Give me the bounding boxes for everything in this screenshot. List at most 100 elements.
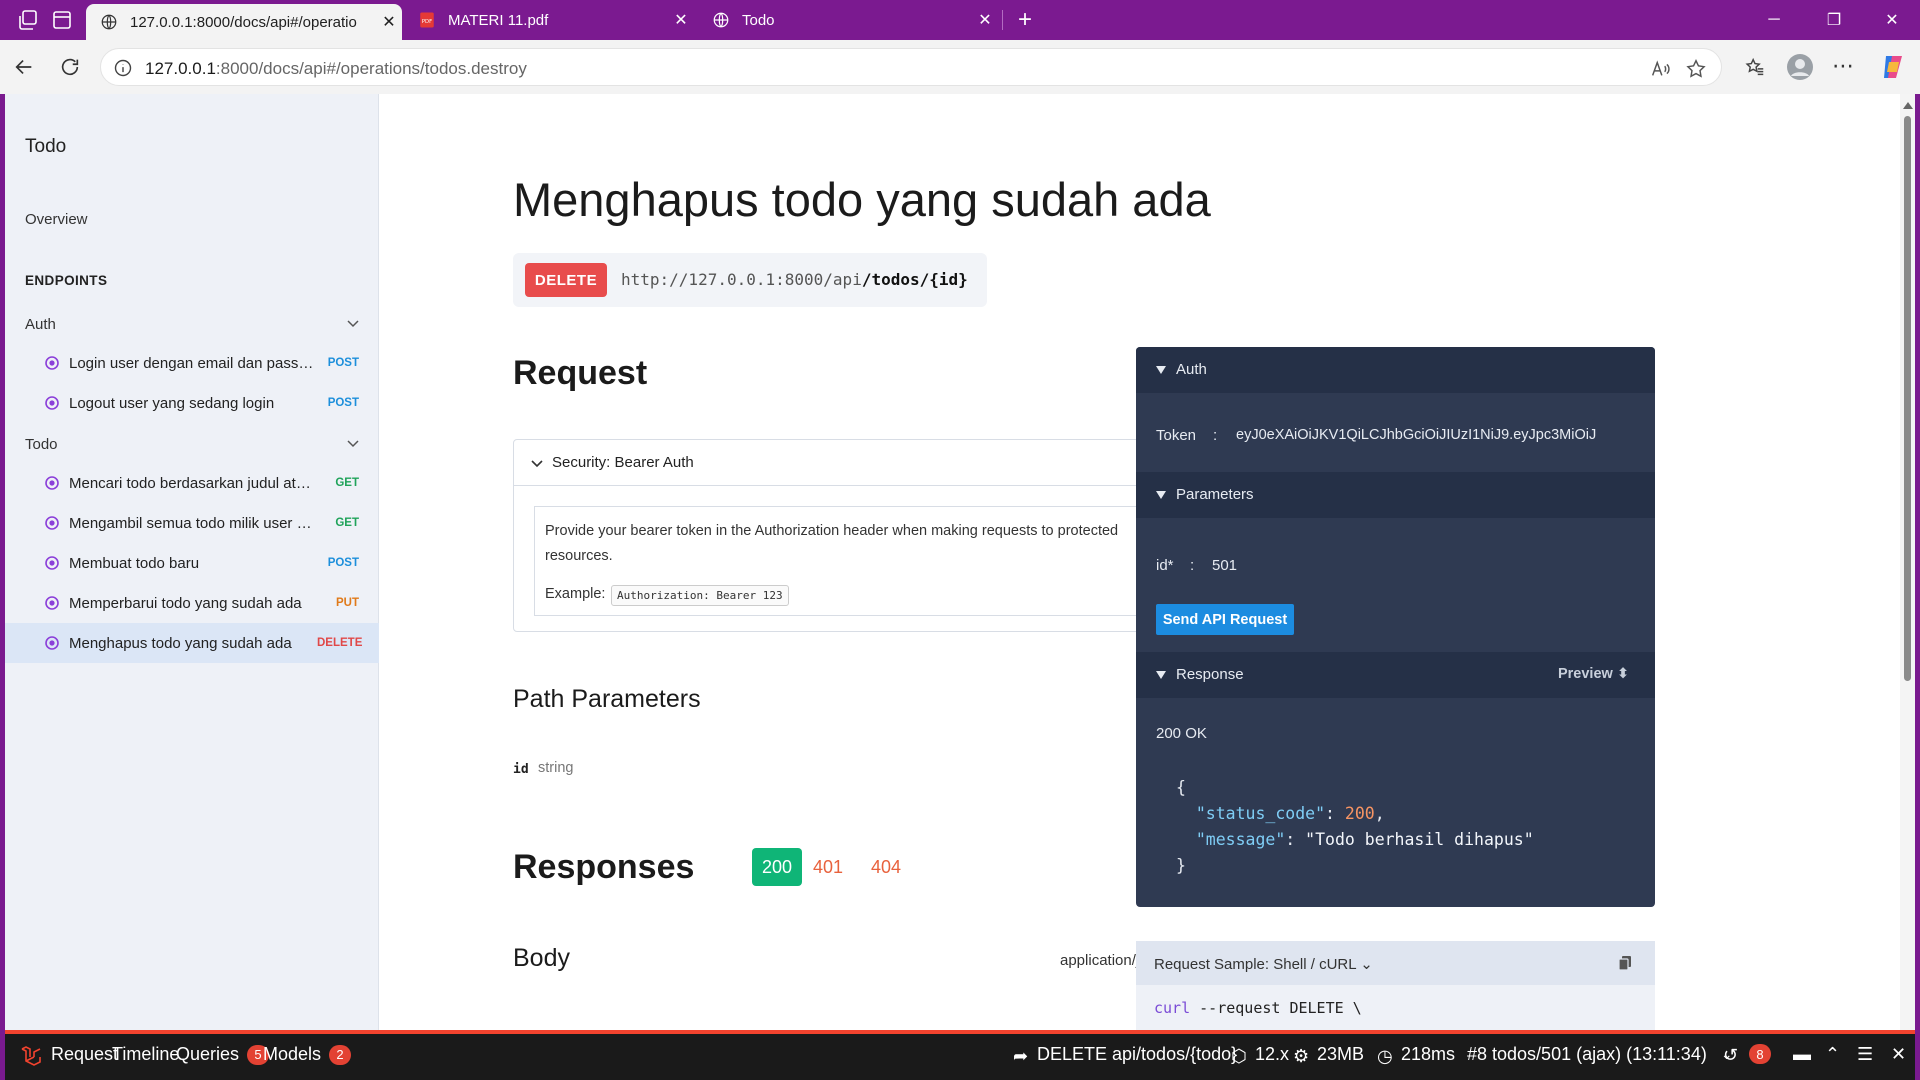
endpoint-icon xyxy=(45,596,59,610)
tab-todo[interactable]: Todo ✕ xyxy=(698,0,998,40)
sidebar-item-label: Mencari todo berdasarkan judul atau ... xyxy=(69,474,317,492)
restore-button[interactable]: ❐ xyxy=(1806,0,1862,40)
memory-usage: ⚙ 23MB xyxy=(1293,1044,1365,1066)
response-tab-404[interactable]: 404 xyxy=(866,848,906,886)
debugbar-settings-button[interactable]: ☰ xyxy=(1857,1044,1881,1064)
path-parameters-heading: Path Parameters xyxy=(513,685,701,713)
separator: : xyxy=(1190,557,1195,574)
read-aloud-icon[interactable] xyxy=(1649,58,1671,80)
sliders-icon: ☰ xyxy=(1857,1044,1874,1064)
sidebar-group-todo[interactable]: Todo xyxy=(25,436,360,453)
sidebar-item-logout[interactable]: Logout user yang sedang login POST xyxy=(5,383,379,423)
site-info-icon[interactable] xyxy=(113,58,133,78)
sidebar-item-label: Logout user yang sedang login xyxy=(69,394,275,412)
debug-bar: Request Timeline Queries 5 Models 2 ➦ DELET… xyxy=(5,1030,1915,1080)
arrow-left-icon xyxy=(15,59,32,75)
chevron-down-icon xyxy=(347,320,359,328)
url-field[interactable]: 127.0.0.1:8000/docs/api#/operations/todo… xyxy=(100,48,1722,86)
request-time: ◷ 218ms xyxy=(1377,1044,1456,1066)
sidebar-overview-link[interactable]: Overview xyxy=(25,211,88,228)
debug-tab-request[interactable]: Request xyxy=(51,1044,118,1065)
share-arrow-icon: ➦ xyxy=(1013,1045,1029,1066)
debug-tab-timeline[interactable]: Timeline xyxy=(112,1044,179,1065)
method-badge: PUT xyxy=(336,597,359,609)
request-sample-panel: Request Sample: Shell / cURL ⌄ curl --re… xyxy=(1136,941,1655,1032)
send-api-request-button[interactable]: Send API Request xyxy=(1156,604,1294,635)
sidebar-brand[interactable]: Todo xyxy=(25,136,66,158)
sort-icon: ⬍ xyxy=(1616,666,1629,682)
method-badge: POST xyxy=(327,557,359,569)
close-icon: ✕ xyxy=(1891,1044,1907,1064)
token-input[interactable]: eyJ0eXAiOiJKV1QiLCJhbGciOiJIUzI1NiJ9.eyJ… xyxy=(1236,427,1636,443)
cogs-icon: ⚙ xyxy=(1293,1045,1310,1066)
response-tab-200[interactable]: 200 xyxy=(752,848,802,886)
tab-actions-icon[interactable] xyxy=(50,8,74,32)
copy-icon[interactable] xyxy=(1617,955,1633,971)
response-heading: Response xyxy=(1176,666,1244,683)
new-tab-button[interactable]: + xyxy=(1010,0,1040,40)
language-select[interactable]: Request Sample: Shell / cURL ⌄ xyxy=(1154,955,1373,973)
history-button[interactable]: ↺ 8 xyxy=(1723,1044,1771,1065)
url-text: 127.0.0.1:8000/docs/api#/operations/todo… xyxy=(145,59,527,78)
auth-section-toggle[interactable]: Auth xyxy=(1136,347,1655,393)
security-toggle[interactable]: Security: Bearer Auth xyxy=(514,440,1193,486)
auth-heading: Auth xyxy=(1176,361,1207,378)
tab-divider xyxy=(1002,10,1003,30)
close-tab-icon[interactable]: ✕ xyxy=(668,10,694,30)
tab-api-docs[interactable]: 127.0.0.1:8000/docs/api#/operatio ✕ xyxy=(86,4,402,40)
param-id-input[interactable]: 501 xyxy=(1212,557,1237,574)
request-selector[interactable]: #8 todos/501 (ajax) (13:11:34) ⌄ xyxy=(1467,1044,1733,1065)
minimize-button[interactable]: ─ xyxy=(1746,0,1802,40)
scroll-up-arrow[interactable] xyxy=(1903,102,1913,109)
models-count-badge: 2 xyxy=(329,1044,352,1065)
response-section-toggle[interactable]: Response Preview ⬍ xyxy=(1136,652,1655,698)
back-button[interactable] xyxy=(10,53,38,81)
laravel-logo-icon[interactable] xyxy=(19,1044,43,1068)
workspaces-icon[interactable] xyxy=(16,8,40,32)
close-debugbar-button[interactable]: ✕ xyxy=(1891,1044,1915,1064)
group-label: Auth xyxy=(25,316,56,333)
page-viewport: Todo Overview ENDPOINTS Auth Login user … xyxy=(5,94,1915,1034)
method-badge: DELETE xyxy=(525,263,607,297)
tab-title: 127.0.0.1:8000/docs/api#/operatio xyxy=(130,13,357,31)
open-storage-button[interactable]: ▬ xyxy=(1793,1044,1817,1064)
close-tab-icon[interactable]: ✕ xyxy=(972,10,998,30)
close-window-button[interactable]: ✕ xyxy=(1864,0,1920,40)
pdf-icon: PDF xyxy=(420,12,434,28)
endpoint-icon xyxy=(45,356,59,370)
close-tab-icon[interactable]: ✕ xyxy=(376,12,402,32)
folder-icon: ▬ xyxy=(1793,1044,1811,1064)
request-sample-code: curl --request DELETE \ xyxy=(1154,999,1362,1017)
sidebar: Todo Overview ENDPOINTS Auth Login user … xyxy=(5,94,379,1032)
sidebar-item-update-todo[interactable]: Memperbarui todo yang sudah ada PUT xyxy=(5,583,379,623)
page-scrollbar[interactable] xyxy=(1900,94,1915,1032)
sidebar-item-login[interactable]: Login user dengan email dan passw... POS… xyxy=(5,343,379,383)
profile-avatar-icon[interactable] xyxy=(1786,53,1814,81)
maximize-debugbar-button[interactable]: ⌃ xyxy=(1825,1044,1849,1064)
request-heading: Request xyxy=(513,354,648,392)
laravel-version: ⬡ 12.x xyxy=(1231,1044,1290,1066)
debug-tab-queries[interactable]: Queries 5 xyxy=(176,1044,270,1065)
response-tab-401[interactable]: 401 xyxy=(808,848,848,886)
scrollbar-thumb[interactable] xyxy=(1904,116,1911,681)
main-content: Menghapus todo yang sudah ada DELETE htt… xyxy=(380,94,1900,1032)
request-sample-header: Request Sample: Shell / cURL ⌄ xyxy=(1136,941,1655,985)
clock-icon: ◷ xyxy=(1377,1045,1393,1066)
debug-tab-models[interactable]: Models 2 xyxy=(263,1044,352,1065)
preview-select[interactable]: Preview ⬍ xyxy=(1558,666,1629,682)
method-badge: GET xyxy=(335,477,359,489)
sidebar-item-delete-todo[interactable]: Menghapus todo yang sudah ada DELETE xyxy=(5,623,379,663)
tab-bar: 127.0.0.1:8000/docs/api#/operatio ✕ PDF … xyxy=(0,0,1920,40)
sidebar-item-create-todo[interactable]: Membuat todo baru POST xyxy=(5,543,379,583)
more-menu-icon[interactable]: ⋯ xyxy=(1832,53,1854,79)
tab-pdf[interactable]: PDF MATERI 11.pdf ✕ xyxy=(404,0,694,40)
sidebar-group-auth[interactable]: Auth xyxy=(25,316,360,333)
globe-icon xyxy=(713,12,729,28)
sidebar-item-search-todo[interactable]: Mencari todo berdasarkan judul atau ... … xyxy=(5,463,379,503)
parameters-section-toggle[interactable]: Parameters xyxy=(1136,472,1655,518)
favorites-icon[interactable] xyxy=(1744,56,1766,78)
reload-button[interactable] xyxy=(56,53,84,81)
favorite-star-icon[interactable] xyxy=(1685,58,1707,80)
sidebar-item-list-todo[interactable]: Mengambil semua todo milik user ya... GE… xyxy=(5,503,379,543)
copilot-icon[interactable] xyxy=(1878,52,1908,82)
